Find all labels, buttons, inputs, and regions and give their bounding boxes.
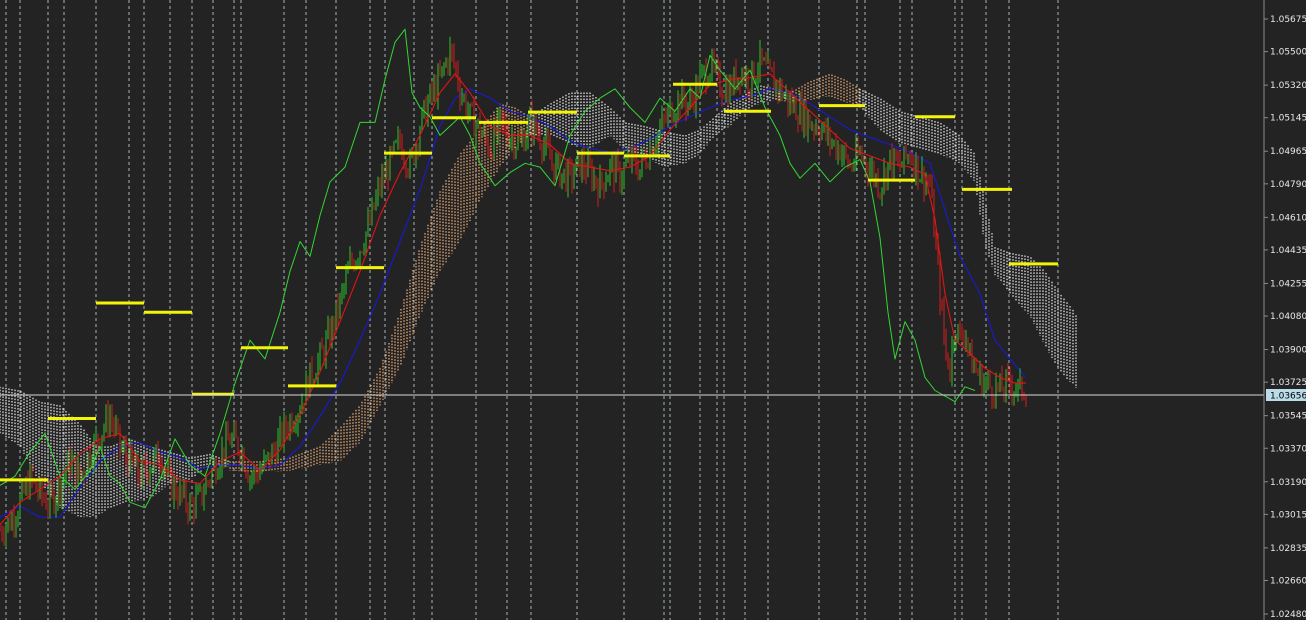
y-tick-label: 1.05320 [1270,81,1306,91]
y-tick-label: 1.02660 [1270,577,1306,587]
y-tick-label: 1.05675 [1270,15,1306,25]
y-tick-label: 1.05500 [1270,48,1306,58]
y-tick-label: 1.03725 [1270,378,1306,388]
price-chart[interactable]: 1.05675 1.05500 1.05320 1.05145 1.04965 1.047… [0,0,1306,620]
y-tick-label: 1.03015 [1270,510,1306,520]
y-tick-label: 1.04255 [1270,279,1306,289]
y-tick-label: 1.04080 [1270,312,1306,322]
chart-container: 1.05675 1.05500 1.05320 1.05145 1.04965 1.047… [0,0,1306,620]
y-tick-label: 1.02480 [1270,610,1306,620]
y-tick-label: 1.04790 [1270,180,1306,190]
y-tick-label: 1.03190 [1270,478,1306,488]
y-tick-label: 1.03900 [1270,346,1306,356]
y-tick-label: 1.02835 [1270,544,1306,554]
y-tick-label: 1.04610 [1270,213,1306,223]
y-tick-label: 1.04965 [1270,147,1306,157]
chart-background [0,0,1306,620]
current-price-label: 1.03656 [1270,392,1306,402]
y-tick-label: 1.04435 [1270,246,1306,256]
y-tick-label: 1.03545 [1270,412,1306,422]
y-tick-label: 1.03370 [1270,444,1306,454]
y-tick-label: 1.05145 [1270,114,1306,124]
